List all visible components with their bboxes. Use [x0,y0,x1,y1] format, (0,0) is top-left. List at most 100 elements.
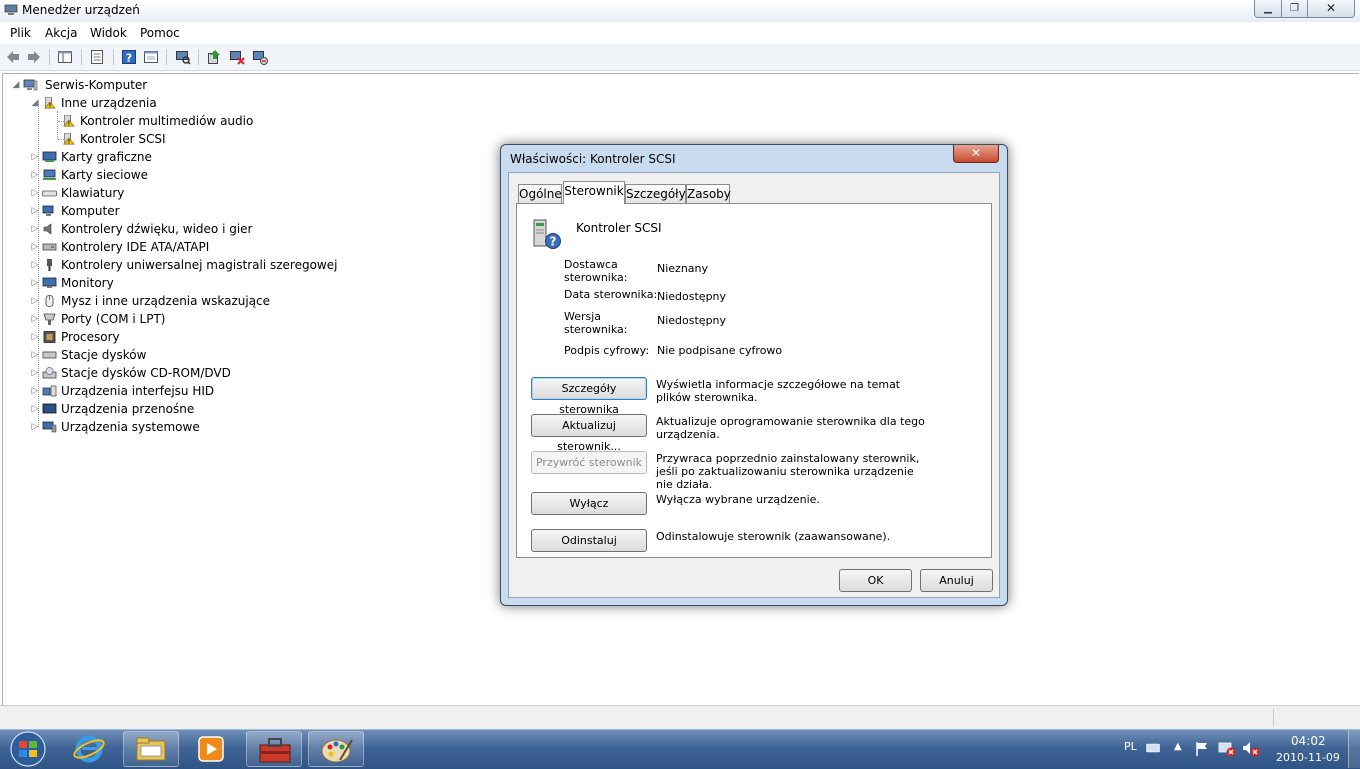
tree-item-label: Karty graficzne [61,150,152,164]
expand-arrow-icon[interactable]: ▷ [30,328,40,346]
taskbar-media-player-button[interactable] [184,731,240,767]
uninstall-button[interactable]: Odinstaluj [531,529,647,552]
svg-text:?: ? [126,52,132,65]
dialog-close-button[interactable]: ✕ [953,145,999,163]
expand-arrow-icon[interactable]: ▷ [30,292,40,310]
start-button[interactable] [4,730,52,768]
show-hidden-icons-icon[interactable]: ▲ [1174,741,1182,752]
taskbar-toolbox-button[interactable] [246,731,302,767]
tree-item-label: Inne urządzenia [61,96,157,110]
back-arrow-icon[interactable] [5,49,21,65]
tab-driver[interactable]: Sterownik [563,181,625,204]
expand-arrow-icon[interactable]: ▷ [30,310,40,328]
expand-arrow-icon[interactable]: ▷ [30,400,40,418]
help-icon[interactable]: ? [121,49,137,65]
cd-drive-icon [42,367,57,379]
status-bar [0,705,1360,730]
expand-arrow-icon[interactable]: ▷ [30,364,40,382]
tree-item-label: Komputer [61,204,120,218]
action-center-flag-icon[interactable] [1194,741,1210,757]
taskbar: PL ▲ 04:02 2010-11-09 [0,729,1360,769]
menu-widok[interactable]: Widok [90,26,127,40]
device-name: Kontroler SCSI [576,221,662,235]
keyboard-icon [42,190,57,197]
tree-item-label: Porty (COM i LPT) [61,312,166,326]
tree-item-label: Monitory [61,276,114,290]
windows-explorer-icon [136,737,166,761]
maximize-button[interactable]: ❐ [1281,0,1308,18]
show-hide-console-tree-icon[interactable] [57,49,73,65]
ok-button[interactable]: OK [839,569,912,592]
expand-arrow-icon[interactable]: ▷ [30,202,40,220]
driver-details-button[interactable]: Szczegóły sterownika [531,377,647,416]
uninstall-device-icon[interactable] [252,49,268,65]
speaker-icon [43,223,52,235]
tab-resources[interactable]: Zasoby [686,184,731,203]
toolbar-separator [198,49,199,65]
unknown-device-warning-icon: ! [63,115,75,127]
scan-hardware-icon[interactable] [175,49,191,65]
expand-arrow-icon[interactable]: ▷ [30,274,40,292]
close-button[interactable]: ✕ [1307,0,1355,18]
tree-item-label: Urządzenia systemowe [61,420,200,434]
toolbar-separator [166,49,167,65]
paint-app-icon [321,739,353,763]
tree-root-label: Serwis-Komputer [45,78,148,92]
expand-arrow-icon[interactable]: ▷ [30,148,40,166]
disable-button[interactable]: Wyłącz [531,492,647,515]
expand-arrow-icon[interactable]: ▷ [30,256,40,274]
language-indicator[interactable]: PL [1124,740,1137,753]
processor-chip-icon [43,331,56,343]
clock-time[interactable]: 04:02 [1291,734,1326,748]
network-disconnected-icon[interactable] [1218,741,1236,757]
field-date-label: Data sterownika: [564,288,658,301]
toolbar-separator [113,49,114,65]
taskbar-explorer-button[interactable] [123,731,179,767]
expand-arrow-icon[interactable]: ▷ [30,346,40,364]
expand-arrow-icon[interactable]: ▷ [30,418,40,436]
svg-text:!: ! [49,104,51,109]
view-icon[interactable] [143,49,159,65]
volume-muted-icon[interactable] [1242,741,1260,757]
expand-arrow-icon[interactable]: ▷ [30,382,40,400]
tree-item-label: Klawiatury [61,186,125,200]
cancel-button[interactable]: Anuluj [920,569,993,592]
menu-akcja[interactable]: Akcja [45,26,77,40]
properties-icon[interactable] [89,49,105,65]
clock-date[interactable]: 2010-11-09 [1276,751,1340,764]
taskbar-paint-button[interactable] [308,731,364,767]
show-desktop-button[interactable] [1348,730,1360,768]
expand-arrow-icon[interactable]: ▷ [30,220,40,238]
minimize-button[interactable]: ▁ [1254,0,1282,18]
forward-arrow-icon[interactable] [26,49,42,65]
driver-details-description: Wyświetla informacje szczegółowe na tema… [656,378,901,404]
hid-device-icon [42,385,57,397]
keyboard-icon[interactable] [1146,742,1160,753]
expand-arrow-icon[interactable]: ▷ [30,238,40,256]
field-signature-label: Podpis cyfrowy: [564,344,650,357]
disk-drive-icon [42,351,57,359]
tab-details[interactable]: Szczegóły [625,184,686,203]
menu-pomoc[interactable]: Pomoc [140,26,180,40]
expand-arrow-icon[interactable]: ▷ [30,166,40,184]
rollback-driver-button[interactable]: Przywróć sterownik [531,451,647,474]
field-provider-value: Nieznany [657,262,709,275]
internet-explorer-icon[interactable] [72,733,106,765]
tree-item-label: Procesory [61,330,120,344]
menu-plik[interactable]: Plik [10,26,31,40]
tree-connector [57,111,58,139]
field-signature-value: Nie podpisane cyfrowo [657,344,783,357]
collapse-arrow-icon[interactable]: ◢ [30,94,40,112]
dialog-client-area: Ogólne Sterownik Szczegóły Zasoby ? Kont… [508,172,1000,598]
menu-bar: Plik Akcja Widok Pomoc [0,22,1360,44]
field-version-value: Niedostępny [657,314,727,327]
driver-tab-panel: ? Kontroler SCSI Dostawca sterownika: Ni… [516,203,992,558]
tab-general[interactable]: Ogólne [518,184,562,203]
collapse-arrow-icon[interactable]: ◢ [11,76,21,94]
system-device-icon [42,421,57,433]
disable-device-icon[interactable] [229,49,245,65]
expand-arrow-icon[interactable]: ▷ [30,184,40,202]
portable-device-icon [42,403,57,414]
update-driver-button[interactable]: Aktualizuj sterownik... [531,414,647,453]
update-driver-icon[interactable] [206,49,222,65]
